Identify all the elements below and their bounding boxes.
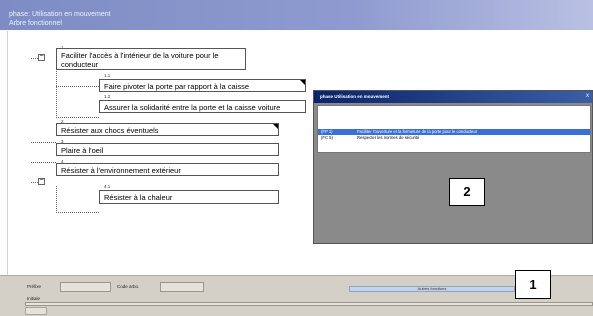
node-number: 1.2 (104, 94, 111, 99)
code-label: Code arbo. (117, 284, 140, 289)
function-code: (FC 5) (321, 135, 333, 140)
node-corner-icon (300, 80, 305, 85)
node-label: Faciliter l'accès à l'intérieur de la vo… (61, 51, 219, 60)
prefix-input[interactable] (60, 282, 111, 292)
prefix-label: Préfixe (27, 284, 42, 289)
close-icon[interactable]: x (586, 92, 589, 100)
tree-connector (56, 86, 99, 87)
node-label: Résister à la chaleur (104, 193, 173, 202)
tree-node-3[interactable]: Plaire à l'oeil (56, 143, 279, 156)
window-titlebar: phase: Utilisation en mouvement Arbre fo… (0, 0, 593, 30)
footer-strip (25, 302, 593, 306)
tree-connector (56, 62, 57, 118)
tree-node-1-1[interactable]: Faire pivoter la porte par rapport à la … (99, 79, 306, 92)
function-list: (FP 1) Faciliter l'ouverture et la ferme… (317, 105, 591, 153)
tree-connector (56, 212, 99, 213)
dialog-title: phase Utilisation en mouvement (320, 94, 390, 99)
tree-node-4[interactable]: Résister à l'environnement extérieur (56, 163, 279, 176)
initial-label: Initiale (27, 296, 41, 301)
tree-node-4-1[interactable]: Résister à la chaleur (99, 190, 279, 204)
node-label: conducteur (61, 60, 99, 69)
function-text: Respecter les normes de sécurité (357, 135, 420, 140)
node-corner-icon (273, 124, 278, 129)
tree-connector (56, 186, 57, 213)
collapse-toggle[interactable]: − (38, 177, 45, 185)
node-label: Résister aux chocs éventuels (61, 126, 159, 135)
tree-node-2[interactable]: Résister aux chocs éventuels (56, 123, 279, 136)
dialog-titlebar: phase Utilisation en mouvement x (314, 91, 592, 103)
tree-connector (31, 162, 56, 163)
node-number: 4.1 (104, 184, 111, 189)
window-title: phase: Utilisation en mouvement (9, 11, 111, 18)
tree-connector (31, 58, 38, 59)
node-number: 1.1 (104, 73, 111, 78)
node-label: Plaire à l'oeil (61, 146, 104, 155)
callout-1: 1 (515, 270, 551, 299)
footer-bar: Préfixe Code arbo. Initiale Autres fonct… (0, 275, 593, 316)
tree-connector (31, 182, 38, 183)
tree-connector (31, 142, 56, 143)
code-input[interactable] (160, 282, 204, 292)
tree-node-1-2[interactable]: Assurer la solidarité entre la porte et … (99, 100, 306, 113)
collapse-toggle[interactable]: − (38, 53, 45, 61)
node-label: Assurer la solidarité entre la porte et … (104, 103, 281, 112)
tree-connector (56, 117, 99, 118)
node-label: Faire pivoter la porte par rapport à la … (104, 82, 250, 91)
window-subtitle: Arbre fonctionnel (9, 20, 62, 27)
list-item[interactable]: (FC 5) Respecter les normes de sécurité (318, 135, 590, 141)
toolbar-icon[interactable] (25, 307, 47, 315)
callout-2: 2 (449, 178, 485, 206)
tree-node-1[interactable]: Faciliter l'accès à l'intérieur de la vo… (56, 48, 246, 70)
functions-dialog: phase Utilisation en mouvement x (FP 1) … (313, 90, 593, 244)
other-functions-button[interactable]: Autres fonctions (349, 286, 515, 292)
node-label: Résister à l'environnement extérieur (61, 166, 181, 175)
